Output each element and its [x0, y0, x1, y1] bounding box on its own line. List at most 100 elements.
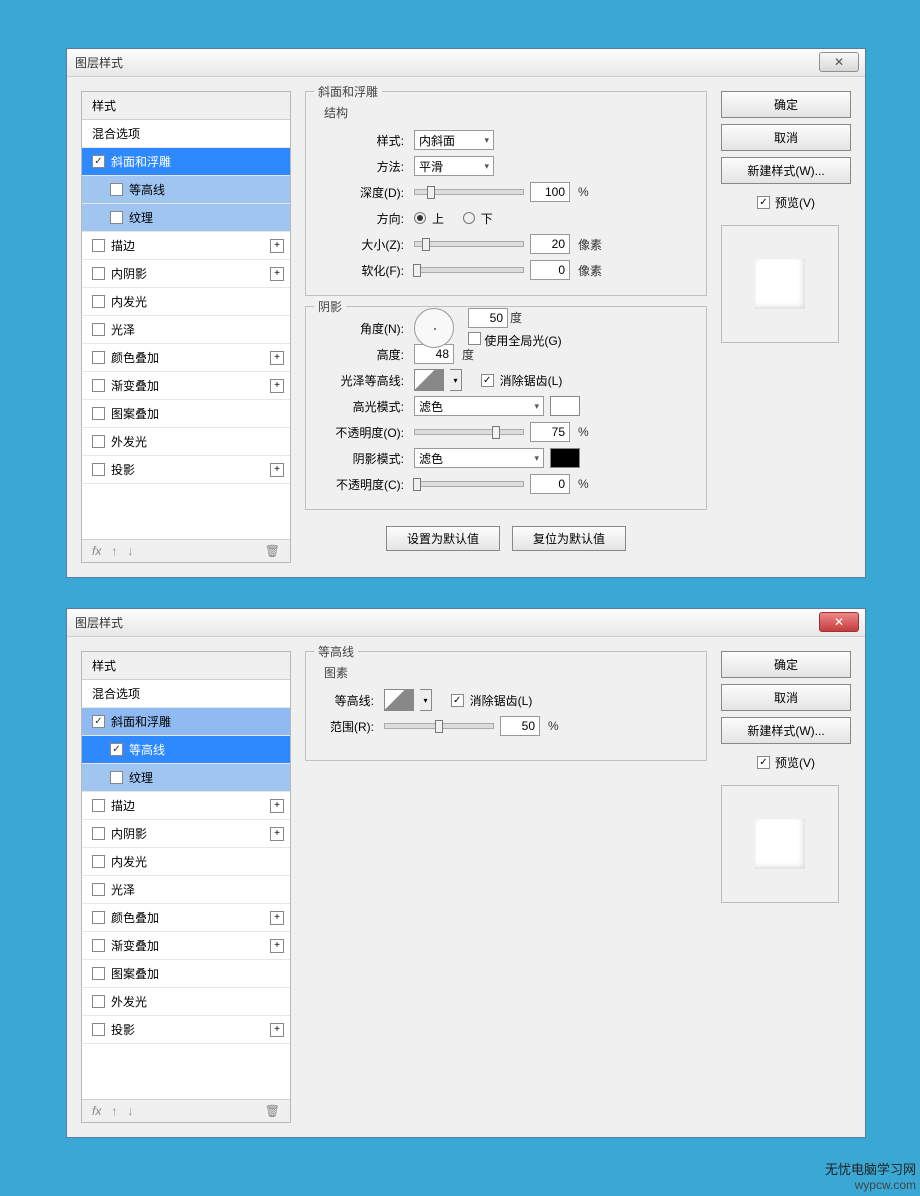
add-icon[interactable]: + [270, 911, 284, 925]
checkbox[interactable] [92, 799, 105, 812]
up-arrow-icon[interactable]: ↑ [111, 1104, 117, 1118]
style-row-outer-glow[interactable]: 外发光 [82, 988, 290, 1016]
style-row-contour[interactable]: 等高线 [82, 176, 290, 204]
shadow-color-swatch[interactable] [550, 448, 580, 468]
style-row-inner-glow[interactable]: 内发光 [82, 848, 290, 876]
add-icon[interactable]: + [270, 463, 284, 477]
contour-picker[interactable] [384, 689, 414, 711]
trash-icon[interactable]: 🗑 [265, 544, 280, 558]
checkbox[interactable]: ✓ [92, 155, 105, 168]
checkbox[interactable] [92, 967, 105, 980]
checkbox[interactable] [92, 1023, 105, 1036]
preview-checkbox[interactable]: ✓ [757, 196, 770, 209]
angle-wheel[interactable] [414, 308, 454, 348]
checkbox[interactable] [92, 463, 105, 476]
close-button[interactable]: ✕ [819, 612, 859, 632]
checkbox[interactable] [92, 407, 105, 420]
style-row-bevel[interactable]: ✓斜面和浮雕 [82, 148, 290, 176]
checkbox[interactable] [110, 183, 123, 196]
style-combo[interactable]: 内斜面▾ [414, 130, 494, 150]
blend-options-row[interactable]: 混合选项 [82, 120, 290, 148]
contour-drop-icon[interactable]: ▾ [450, 369, 462, 391]
style-row-stroke[interactable]: 描边+ [82, 792, 290, 820]
technique-combo[interactable]: 平滑▾ [414, 156, 494, 176]
add-icon[interactable]: + [270, 799, 284, 813]
style-row-texture[interactable]: 纹理 [82, 204, 290, 232]
highlight-opacity-input[interactable]: 75 [530, 422, 570, 442]
checkbox[interactable] [92, 911, 105, 924]
fx-icon[interactable]: fx [92, 1104, 101, 1118]
range-slider[interactable] [384, 723, 494, 729]
checkbox[interactable] [110, 211, 123, 224]
titlebar[interactable]: 图层样式 ✕ [67, 609, 865, 637]
shadow-opacity-input[interactable]: 0 [530, 474, 570, 494]
style-row-gradient-overlay[interactable]: 渐变叠加+ [82, 932, 290, 960]
style-row-pattern-overlay[interactable]: 图案叠加 [82, 400, 290, 428]
depth-slider[interactable] [414, 189, 524, 195]
checkbox[interactable] [110, 771, 123, 784]
direction-up-radio[interactable] [414, 212, 426, 224]
style-row-drop-shadow[interactable]: 投影+ [82, 1016, 290, 1044]
style-row-inner-shadow[interactable]: 内阴影+ [82, 820, 290, 848]
style-row-inner-shadow[interactable]: 内阴影+ [82, 260, 290, 288]
checkbox[interactable] [92, 351, 105, 364]
titlebar[interactable]: 图层样式 ✕ [67, 49, 865, 77]
add-icon[interactable]: + [270, 267, 284, 281]
style-row-pattern-overlay[interactable]: 图案叠加 [82, 960, 290, 988]
shadow-mode-combo[interactable]: 滤色▾ [414, 448, 544, 468]
depth-input[interactable]: 100 [530, 182, 570, 202]
antialias-checkbox[interactable]: ✓ [481, 374, 494, 387]
style-row-bevel[interactable]: ✓斜面和浮雕 [82, 708, 290, 736]
soften-slider[interactable] [414, 267, 524, 273]
checkbox[interactable] [92, 323, 105, 336]
checkbox[interactable] [92, 295, 105, 308]
style-row-outer-glow[interactable]: 外发光 [82, 428, 290, 456]
cancel-button[interactable]: 取消 [721, 684, 851, 711]
trash-icon[interactable]: 🗑 [265, 1104, 280, 1118]
direction-down-radio[interactable] [463, 212, 475, 224]
style-row-color-overlay[interactable]: 颜色叠加+ [82, 904, 290, 932]
style-row-inner-glow[interactable]: 内发光 [82, 288, 290, 316]
checkbox[interactable]: ✓ [110, 743, 123, 756]
range-input[interactable]: 50 [500, 716, 540, 736]
shadow-opacity-slider[interactable] [414, 481, 524, 487]
checkbox[interactable] [92, 267, 105, 280]
highlight-opacity-slider[interactable] [414, 429, 524, 435]
style-row-texture[interactable]: 纹理 [82, 764, 290, 792]
down-arrow-icon[interactable]: ↓ [127, 1104, 133, 1118]
checkbox[interactable] [92, 827, 105, 840]
ok-button[interactable]: 确定 [721, 651, 851, 678]
style-row-satin[interactable]: 光泽 [82, 316, 290, 344]
add-icon[interactable]: + [270, 239, 284, 253]
gloss-contour-picker[interactable] [414, 369, 444, 391]
soften-input[interactable]: 0 [530, 260, 570, 280]
size-slider[interactable] [414, 241, 524, 247]
style-row-contour[interactable]: ✓等高线 [82, 736, 290, 764]
checkbox[interactable]: ✓ [92, 715, 105, 728]
add-icon[interactable]: + [270, 379, 284, 393]
style-row-gradient-overlay[interactable]: 渐变叠加+ [82, 372, 290, 400]
reset-default-button[interactable]: 复位为默认值 [512, 526, 626, 551]
highlight-mode-combo[interactable]: 滤色▾ [414, 396, 544, 416]
down-arrow-icon[interactable]: ↓ [127, 544, 133, 558]
add-icon[interactable]: + [270, 351, 284, 365]
checkbox[interactable] [92, 435, 105, 448]
add-icon[interactable]: + [270, 939, 284, 953]
up-arrow-icon[interactable]: ↑ [111, 544, 117, 558]
preview-checkbox[interactable]: ✓ [757, 756, 770, 769]
style-row-drop-shadow[interactable]: 投影+ [82, 456, 290, 484]
fx-icon[interactable]: fx [92, 544, 101, 558]
angle-input[interactable]: 50 [468, 308, 508, 328]
add-icon[interactable]: + [270, 1023, 284, 1037]
checkbox[interactable] [92, 239, 105, 252]
checkbox[interactable] [92, 939, 105, 952]
contour-drop-icon[interactable]: ▾ [420, 689, 432, 711]
highlight-color-swatch[interactable] [550, 396, 580, 416]
checkbox[interactable] [92, 379, 105, 392]
checkbox[interactable] [92, 855, 105, 868]
style-row-color-overlay[interactable]: 颜色叠加+ [82, 344, 290, 372]
set-default-button[interactable]: 设置为默认值 [386, 526, 500, 551]
new-style-button[interactable]: 新建样式(W)... [721, 157, 851, 184]
global-light-checkbox[interactable] [468, 332, 481, 345]
checkbox[interactable] [92, 995, 105, 1008]
